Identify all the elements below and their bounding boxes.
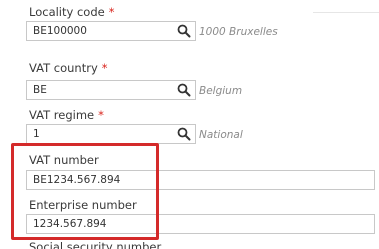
search-icon[interactable] bbox=[176, 126, 192, 142]
divider bbox=[313, 12, 379, 13]
social-security-number-label: Social security number bbox=[29, 240, 162, 249]
locality-code-label: Locality code * bbox=[29, 5, 115, 19]
company-form: Locality code * BE100000 1000 Bruxelles V… bbox=[0, 0, 379, 249]
enterprise-number-input[interactable]: 1234.567.894 bbox=[26, 214, 375, 234]
locality-name-hint: 1000 Bruxelles bbox=[199, 26, 278, 38]
vat-regime-label: VAT regime * bbox=[29, 108, 104, 122]
vat-number-input[interactable]: BE1234.567.894 bbox=[26, 170, 375, 190]
enterprise-number-label: Enterprise number bbox=[29, 198, 137, 212]
vat-number-label: VAT number bbox=[29, 153, 99, 167]
required-marker: * bbox=[108, 5, 115, 19]
regime-name-hint: National bbox=[199, 129, 243, 141]
search-icon[interactable] bbox=[176, 23, 192, 39]
required-marker: * bbox=[98, 108, 104, 122]
locality-code-input[interactable]: BE100000 bbox=[26, 21, 196, 41]
vat-country-input[interactable]: BE bbox=[26, 80, 196, 100]
country-name-hint: Belgium bbox=[199, 85, 243, 97]
vat-regime-input[interactable]: 1 bbox=[26, 124, 196, 144]
vat-country-label: VAT country * bbox=[29, 61, 108, 75]
required-marker: * bbox=[101, 61, 108, 75]
search-icon[interactable] bbox=[176, 82, 192, 98]
